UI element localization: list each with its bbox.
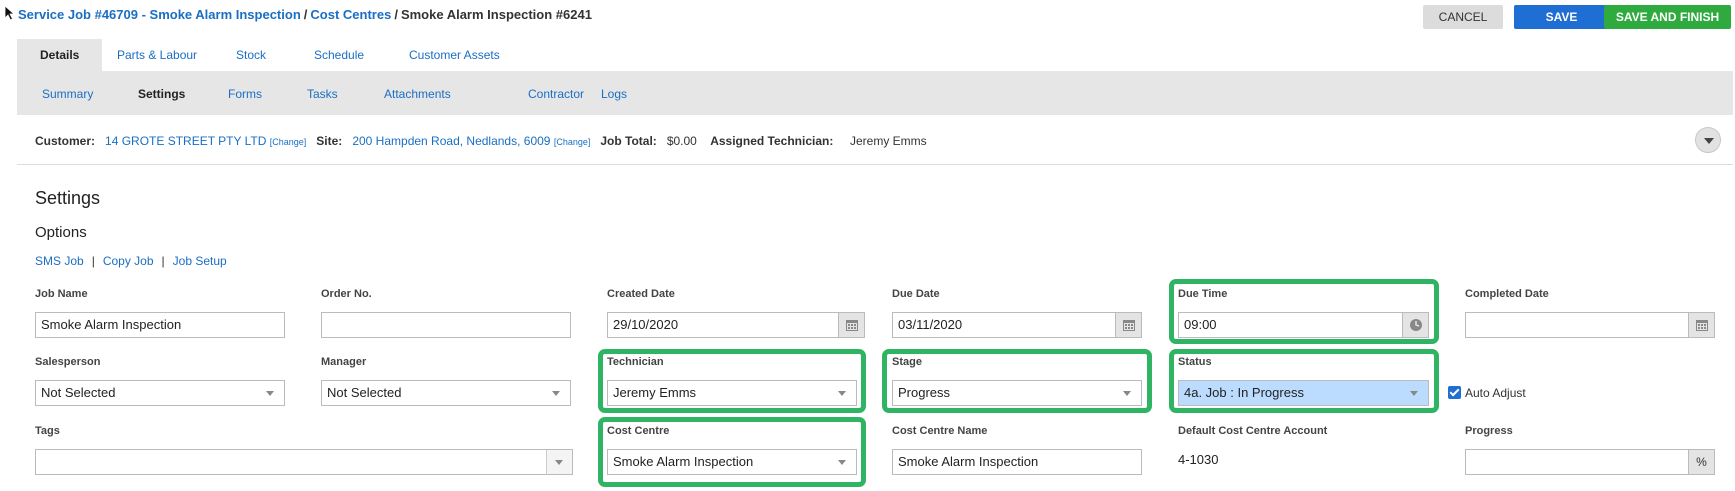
percent-sign: % <box>1696 455 1707 469</box>
assigned-technician-value: Jeremy Emms <box>850 134 927 148</box>
save-and-finish-button[interactable]: SAVE AND FINISH <box>1604 5 1731 29</box>
divider <box>17 164 1733 165</box>
highlight-box-status <box>1169 349 1439 413</box>
save-button[interactable]: SAVE <box>1514 5 1609 29</box>
breadcrumb-cost-centres-link[interactable]: Cost Centres <box>310 7 391 22</box>
breadcrumb-current: Smoke Alarm Inspection #6241 <box>400 7 592 22</box>
order-no-label: Order No. <box>321 288 372 300</box>
job-name-label: Job Name <box>35 288 88 300</box>
breadcrumb-separator: / <box>303 7 308 22</box>
mouse-cursor-icon <box>4 5 16 21</box>
salesperson-value: Not Selected <box>41 385 116 400</box>
change-customer-link[interactable]: [Change] <box>270 137 307 147</box>
job-setup-link[interactable]: Job Setup <box>173 254 227 268</box>
job-name-input[interactable]: Smoke Alarm Inspection <box>35 312 285 338</box>
site-label: Site: <box>316 134 343 148</box>
customer-link[interactable]: 14 GROTE STREET PTY LTD <box>105 134 266 148</box>
tab-customer-assets[interactable]: Customer Assets <box>386 39 523 71</box>
tags-dropdown-button[interactable] <box>546 450 572 474</box>
default-cost-centre-account-value: 4-1030 <box>1178 452 1219 467</box>
option-links: SMS Job | Copy Job | Job Setup <box>35 254 227 268</box>
chevron-down-icon <box>266 391 274 396</box>
copy-job-link[interactable]: Copy Job <box>103 254 154 268</box>
calendar-icon[interactable] <box>838 313 864 337</box>
sub-tabs: Summary Settings Forms Tasks Attachments… <box>17 71 1733 115</box>
subtab-tasks[interactable]: Tasks <box>307 87 338 101</box>
sms-job-link[interactable]: SMS Job <box>35 254 84 268</box>
subtab-forms[interactable]: Forms <box>228 87 262 101</box>
change-site-link[interactable]: [Change] <box>554 137 591 147</box>
manager-label: Manager <box>321 356 367 368</box>
page-title: Settings <box>35 188 101 208</box>
tab-schedule[interactable]: Schedule <box>291 39 387 71</box>
job-total-value: $0.00 <box>666 134 697 148</box>
job-info-line: Customer: 14 GROTE STREET PTY LTD [Chang… <box>35 134 927 148</box>
tags-input[interactable] <box>35 449 573 475</box>
created-date-value: 29/10/2020 <box>613 317 679 332</box>
auto-adjust-checkbox[interactable]: Auto Adjust <box>1448 386 1526 400</box>
progress-input[interactable]: % <box>1465 449 1715 475</box>
due-date-input[interactable]: 03/11/2020 <box>892 312 1142 338</box>
cost-centre-name-label: Cost Centre Name <box>892 425 988 437</box>
salesperson-select[interactable]: Not Selected <box>35 380 285 406</box>
customer-label: Customer: <box>35 134 96 148</box>
subtab-settings[interactable]: Settings <box>138 87 185 101</box>
highlight-box-cost-centre <box>598 417 866 487</box>
breadcrumb-separator: / <box>394 7 398 22</box>
chevron-down-icon <box>555 460 563 465</box>
due-date-label: Due Date <box>892 288 940 300</box>
completed-date-input[interactable] <box>1465 312 1715 338</box>
calendar-icon[interactable] <box>1688 313 1714 337</box>
tab-details[interactable]: Details <box>17 39 103 71</box>
percent-addon: % <box>1688 450 1714 474</box>
cost-centre-name-input[interactable]: Smoke Alarm Inspection <box>892 449 1142 475</box>
auto-adjust-label: Auto Adjust <box>1465 386 1526 400</box>
subtab-contractor[interactable]: Contractor <box>528 87 584 101</box>
tab-stock[interactable]: Stock <box>213 39 289 71</box>
order-no-input[interactable] <box>321 312 571 338</box>
calendar-icon[interactable] <box>1115 313 1141 337</box>
manager-value: Not Selected <box>327 385 402 400</box>
option-separator: | <box>161 254 165 268</box>
assigned-technician-label: Assigned Technician: <box>710 134 834 148</box>
salesperson-label: Salesperson <box>35 356 101 368</box>
options-heading: Options <box>35 224 87 241</box>
due-date-value: 03/11/2020 <box>898 317 963 332</box>
highlight-box-technician <box>598 349 866 413</box>
subtab-attachments[interactable]: Attachments <box>384 87 451 101</box>
cancel-button[interactable]: CANCEL <box>1423 5 1503 29</box>
highlight-box-stage <box>882 349 1152 413</box>
chevron-down-icon <box>552 391 560 396</box>
tags-label: Tags <box>35 425 60 437</box>
subtab-summary[interactable]: Summary <box>42 87 93 101</box>
expand-toggle-button[interactable] <box>1695 127 1721 153</box>
manager-select[interactable]: Not Selected <box>321 380 571 406</box>
created-date-label: Created Date <box>607 288 675 300</box>
created-date-input[interactable]: 29/10/2020 <box>607 312 865 338</box>
subtab-logs[interactable]: Logs <box>601 87 627 101</box>
breadcrumb: Service Job #46709 - Smoke Alarm Inspect… <box>18 7 592 22</box>
progress-label: Progress <box>1465 425 1513 437</box>
option-separator: | <box>91 254 95 268</box>
breadcrumb-job-link[interactable]: Service Job #46709 - Smoke Alarm Inspect… <box>18 7 301 22</box>
job-total-label: Job Total: <box>600 134 657 148</box>
highlight-box-due-time <box>1169 279 1439 344</box>
checkbox-checked-icon[interactable] <box>1448 386 1461 399</box>
default-cost-centre-account-label: Default Cost Centre Account <box>1178 425 1328 437</box>
site-link[interactable]: 200 Hampden Road, Nedlands, 6009 <box>352 134 550 148</box>
tab-parts-labour[interactable]: Parts & Labour <box>94 39 220 71</box>
completed-date-label: Completed Date <box>1465 288 1549 300</box>
